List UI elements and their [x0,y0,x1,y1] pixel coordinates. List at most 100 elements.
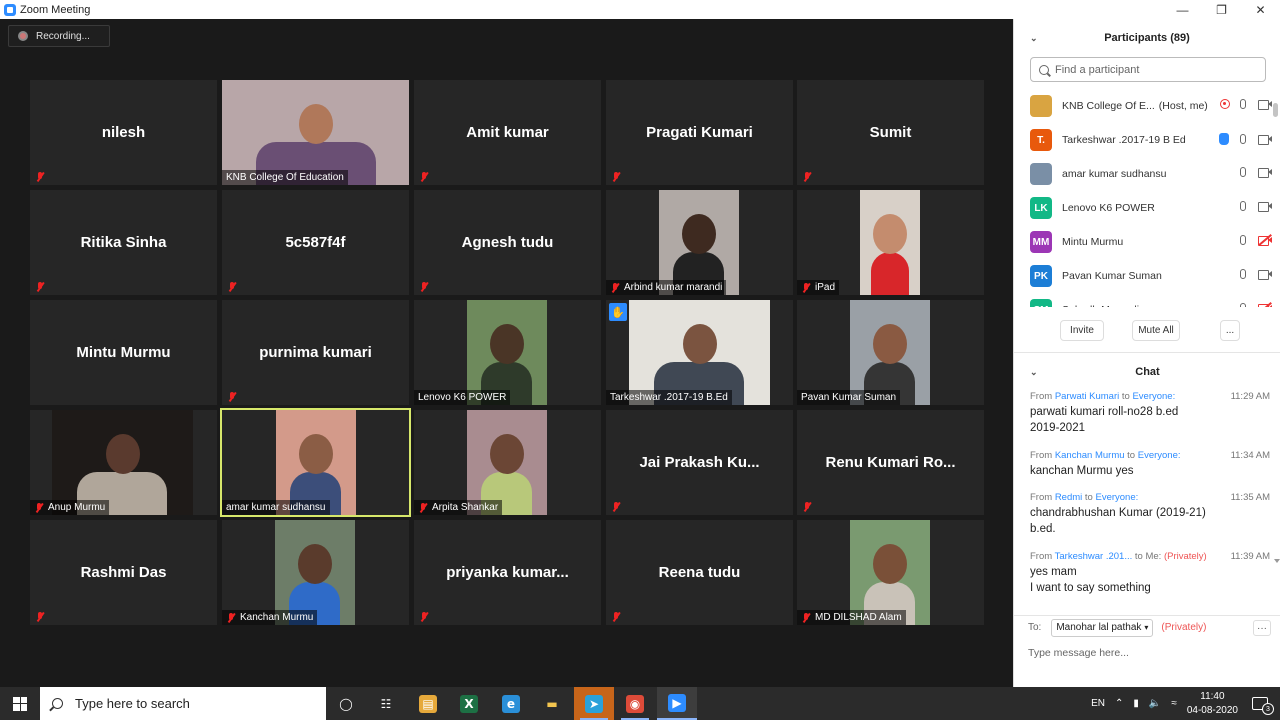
taskbar-app-button[interactable]: ▤ [408,687,448,720]
participant-name: Pragati Kumari [646,124,753,141]
video-tile[interactable]: purnima kumari [222,300,409,405]
raised-hand-icon: ✋ [609,303,627,321]
chat-sender[interactable]: Tarkeshwar .201... [1055,551,1133,562]
chat-more-button[interactable]: ··· [1253,620,1271,636]
video-tile[interactable]: Ritika Sinha [30,190,217,295]
mic-muted-icon [419,612,429,622]
taskbar-search[interactable] [40,687,326,720]
chat-sender[interactable]: Redmi [1055,492,1082,503]
camera-icon[interactable] [1258,134,1272,145]
more-options-button[interactable]: ... [1220,320,1240,341]
language-indicator[interactable]: EN [1091,698,1105,709]
participant-row[interactable]: LK Lenovo K6 POWER [1014,191,1272,225]
video-tile[interactable]: Arpita Shankar [414,410,601,515]
camera-icon[interactable] [1258,269,1272,280]
participant-row[interactable]: amar kumar sudhansu [1014,157,1272,191]
video-tile[interactable]: amar kumar sudhansu [220,408,411,517]
camera-icon[interactable] [1258,167,1272,178]
chevron-up-icon[interactable]: ⌃ [1115,698,1123,709]
battery-icon[interactable]: ▮ [1133,698,1139,709]
video-tile[interactable]: priyanka kumar... [414,520,601,625]
video-tile[interactable]: iPad [797,190,984,295]
camera-off-icon[interactable] [1258,234,1272,246]
chat-message-input[interactable] [1028,643,1268,663]
chat-to-word: to [1121,391,1130,402]
video-tile[interactable]: 5c587f4f [222,190,409,295]
video-tile[interactable]: Mintu Murmu [30,300,217,405]
video-tile[interactable]: KNB College Of Education [222,80,409,185]
participant-name: 5c587f4f [285,234,346,251]
microphone-icon[interactable] [1240,201,1246,211]
collapse-chevron-icon[interactable]: ⌄ [1030,33,1038,44]
microphone-icon[interactable] [1240,235,1246,245]
participants-header: ⌄ Participants (89) [1014,19,1280,57]
invite-button[interactable]: Invite [1060,320,1104,341]
recording-indicator[interactable]: Recording... [8,25,110,47]
start-button[interactable] [0,687,40,720]
taskbar-app-button[interactable]: ▬ [532,687,572,720]
participant-name: amar kumar sudhansu [226,502,326,513]
microphone-icon[interactable] [1240,269,1246,279]
camera-off-icon[interactable] [1258,302,1272,307]
camera-icon[interactable] [1258,201,1272,212]
chat-sender[interactable]: Parwati Kumari [1055,391,1119,402]
video-tile[interactable]: Renu Kumari Ro... [797,410,984,515]
maximize-button[interactable]: ❐ [1202,0,1241,19]
chat-scrollbar[interactable] [1274,353,1280,563]
video-tile[interactable]: Jai Prakash Ku... [606,410,793,515]
participant-row[interactable]: KNB College Of E... (Host, me) [1014,89,1272,123]
chat-collapse-chevron-icon[interactable]: ⌄ [1030,367,1038,378]
wifi-icon[interactable]: ≈ [1171,698,1177,709]
participants-scrollbar[interactable] [1273,85,1278,305]
participant-row[interactable]: MM Mintu Murmu [1014,225,1272,259]
chat-recipient-select[interactable]: Manohar lal pathak ▾ [1051,618,1154,637]
video-tile[interactable]: Agnesh tudu [414,190,601,295]
video-tile[interactable]: Pavan Kumar Suman [797,300,984,405]
video-tile[interactable]: Amit kumar [414,80,601,185]
taskbar-app-button[interactable]: ➤ [574,687,614,720]
video-tile[interactable]: Tarkeshwar .2017-19 B.Ed ✋ [606,300,793,405]
microphone-icon[interactable] [1240,167,1246,177]
close-button[interactable]: ✕ [1241,0,1280,19]
video-tile[interactable]: Rashmi Das [30,520,217,625]
taskbar-search-input[interactable] [75,696,315,711]
chat-sender[interactable]: Kanchan Murmu [1055,450,1125,461]
taskbar-app-button[interactable]: ◉ [615,687,655,720]
video-tile[interactable]: Arbind kumar marandi [606,190,793,295]
video-tile[interactable]: Pragati Kumari [606,80,793,185]
clock[interactable]: 11:40 04-08-2020 [1187,690,1238,718]
taskbar-app-button[interactable]: ◯ [326,687,366,720]
chat-recipient: Everyone: [1132,391,1176,402]
participant-search[interactable] [1030,57,1266,82]
taskbar-app-button[interactable]: ☷ [366,687,406,720]
search-icon [52,698,63,709]
microphone-icon[interactable] [1240,99,1246,109]
mic-muted-icon [35,282,45,292]
mute-all-button[interactable]: Mute All [1132,320,1180,341]
volume-icon[interactable]: 🔈 [1149,698,1161,709]
taskbar-app-button[interactable]: ▶ [657,687,697,720]
chat-message: From Parwati Kumari to Everyone: 11:29 A… [1030,391,1270,436]
windows-taskbar: ◯ ☷ ▤ Xe ▬ ➤ ◉ ▶ EN ⌃ ▮ 🔈 ≈ 11:40 04-08-2020 3 [0,687,1280,720]
video-tile[interactable]: Kanchan Murmu [222,520,409,625]
microphone-icon[interactable] [1240,303,1246,307]
participant-row[interactable]: SM Subodh Marandi [1014,293,1272,307]
video-tile[interactable]: nilesh [30,80,217,185]
video-tile[interactable]: Reena tudu [606,520,793,625]
camera-icon[interactable] [1258,99,1272,110]
video-tile[interactable]: MD DILSHAD Alam [797,520,984,625]
taskbar-app-button[interactable]: e [491,687,531,720]
participant-search-input[interactable] [1055,63,1255,76]
avatar [1030,163,1052,185]
raised-hand-icon [1219,133,1229,145]
participant-row[interactable]: T. Tarkeshwar .2017-19 B Ed [1014,123,1272,157]
participant-row[interactable]: PK Pavan Kumar Suman [1014,259,1272,293]
minimize-button[interactable]: — [1163,0,1202,19]
excel-icon: X [460,694,478,713]
taskbar-app-button[interactable]: X [449,687,489,720]
video-tile[interactable]: Sumit [797,80,984,185]
microphone-icon[interactable] [1240,134,1246,144]
video-tile[interactable]: Lenovo K6 POWER [414,300,601,405]
notification-center-icon[interactable]: 3 [1252,697,1274,715]
video-tile[interactable]: Anup Murmu [30,410,217,515]
